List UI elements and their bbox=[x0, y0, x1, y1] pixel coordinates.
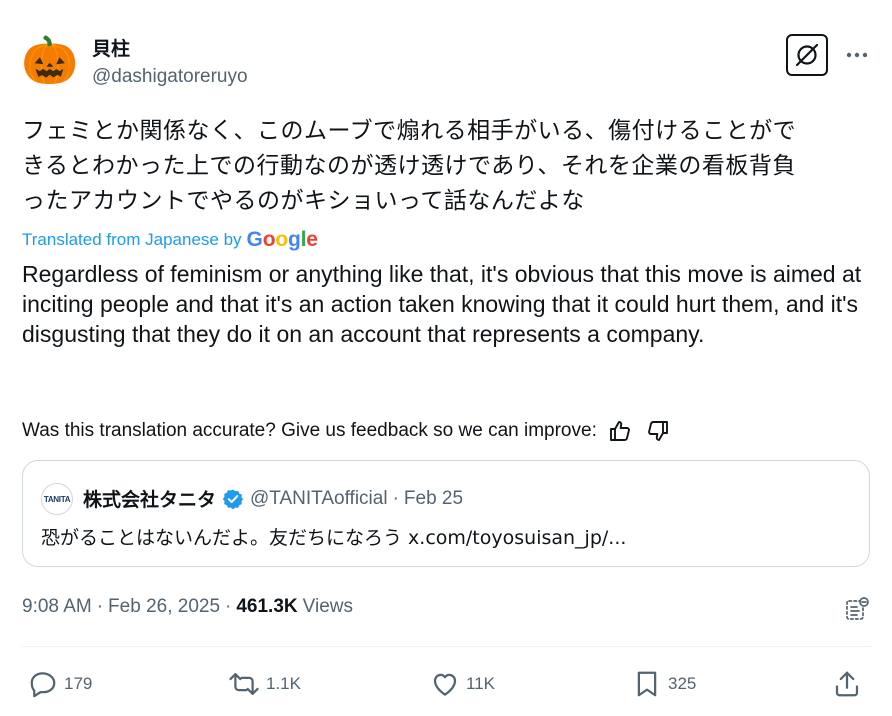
quoted-display-name[interactable]: 株式会社タニタ bbox=[83, 485, 216, 512]
repost-icon bbox=[229, 673, 259, 695]
google-logo: Google bbox=[247, 228, 318, 252]
feedback-prompt: Was this translation accurate? Give us f… bbox=[22, 420, 597, 441]
google-letter: o bbox=[275, 228, 288, 251]
tweet-time[interactable]: 9:08 AM bbox=[22, 596, 92, 618]
reply-button[interactable]: 179 bbox=[28, 664, 92, 704]
bookmark-icon bbox=[637, 671, 657, 697]
quoted-avatar[interactable]: TANITA bbox=[41, 483, 73, 515]
quoted-header: 株式会社タニタ @TANITAofficial · Feb 25 bbox=[83, 485, 463, 512]
avatar[interactable]: 🎃 bbox=[21, 32, 79, 88]
quoted-handle[interactable]: @TANITAofficial bbox=[250, 488, 388, 510]
google-letter: G bbox=[246, 228, 263, 251]
tweet-date[interactable]: Feb 26, 2025 bbox=[108, 596, 220, 618]
translation-text: Regardless of feminism or anything like … bbox=[22, 261, 862, 347]
meta-separator: · bbox=[96, 596, 104, 617]
jack-o-lantern-icon: 🎃 bbox=[21, 34, 79, 86]
tweet-meta: 9:08 AM · Feb 26, 2025 · 461.3K Views bbox=[22, 596, 353, 618]
bookmark-count: 325 bbox=[668, 674, 697, 693]
analytics-button[interactable] bbox=[840, 592, 874, 626]
author-display-name[interactable]: 貝柱 bbox=[92, 34, 130, 61]
tweet-text: フェミとか関係なく、このムーブで煽れる相手がいる、傷付けることがで きるとわかっ… bbox=[22, 114, 872, 219]
thumbs-down-icon bbox=[647, 421, 668, 441]
share-button[interactable] bbox=[832, 664, 862, 704]
more-options-button[interactable] bbox=[842, 40, 872, 70]
quoted-date[interactable]: Feb 25 bbox=[404, 488, 463, 510]
more-icon bbox=[846, 52, 868, 58]
verified-badge-icon bbox=[222, 488, 244, 510]
reply-count: 179 bbox=[64, 674, 93, 693]
repost-button[interactable]: 1.1K bbox=[228, 664, 301, 704]
tweet-line: ったアカウントでやるのがキショいって話なんだよな bbox=[22, 188, 585, 214]
views-count: 461.3K bbox=[236, 596, 298, 617]
thumbs-up-button[interactable] bbox=[605, 416, 635, 446]
like-count: 11K bbox=[466, 674, 495, 693]
heart-icon bbox=[433, 673, 457, 696]
divider bbox=[22, 646, 872, 647]
reply-icon bbox=[30, 672, 56, 698]
google-letter: e bbox=[306, 228, 318, 251]
google-letter: g bbox=[287, 228, 301, 251]
bookmark-button[interactable]: 325 bbox=[632, 664, 696, 704]
like-button[interactable]: 11K bbox=[430, 664, 495, 704]
author-handle[interactable]: @dashigatoreruyo bbox=[92, 66, 248, 88]
quoted-tweet[interactable]: TANITA 株式会社タニタ @TANITAofficial · Feb 25 … bbox=[22, 460, 870, 567]
tanita-logo: TANITA bbox=[43, 494, 71, 504]
tweet-line: フェミとか関係なく、このムーブで煽れる相手がいる、傷付けることがで bbox=[22, 118, 797, 144]
repost-count: 1.1K bbox=[266, 674, 301, 693]
translated-by-label: Translated from Japanese by bbox=[22, 230, 242, 249]
translation-feedback: Was this translation accurate? Give us f… bbox=[22, 416, 673, 446]
meta-separator: · bbox=[225, 596, 232, 617]
analytics-icon bbox=[846, 597, 869, 620]
tweet-line: きるとわかった上での行動なのが透け透けであり、それを企業の看板背負 bbox=[22, 153, 796, 179]
share-icon bbox=[835, 671, 859, 697]
quoted-text: 恐がることはないんだよ。友だちになろう x.com/toyosuisan_jp/… bbox=[41, 527, 627, 549]
translated-by-link[interactable]: Translated from Japanese by Google bbox=[22, 228, 318, 252]
thumbs-up-icon bbox=[609, 421, 630, 441]
thumbs-down-button[interactable] bbox=[643, 416, 673, 446]
grok-icon bbox=[795, 43, 819, 67]
google-letter: o bbox=[262, 228, 276, 251]
views-label: Views bbox=[302, 596, 353, 617]
quoted-separator: · bbox=[392, 487, 399, 509]
grok-button[interactable] bbox=[786, 34, 828, 76]
